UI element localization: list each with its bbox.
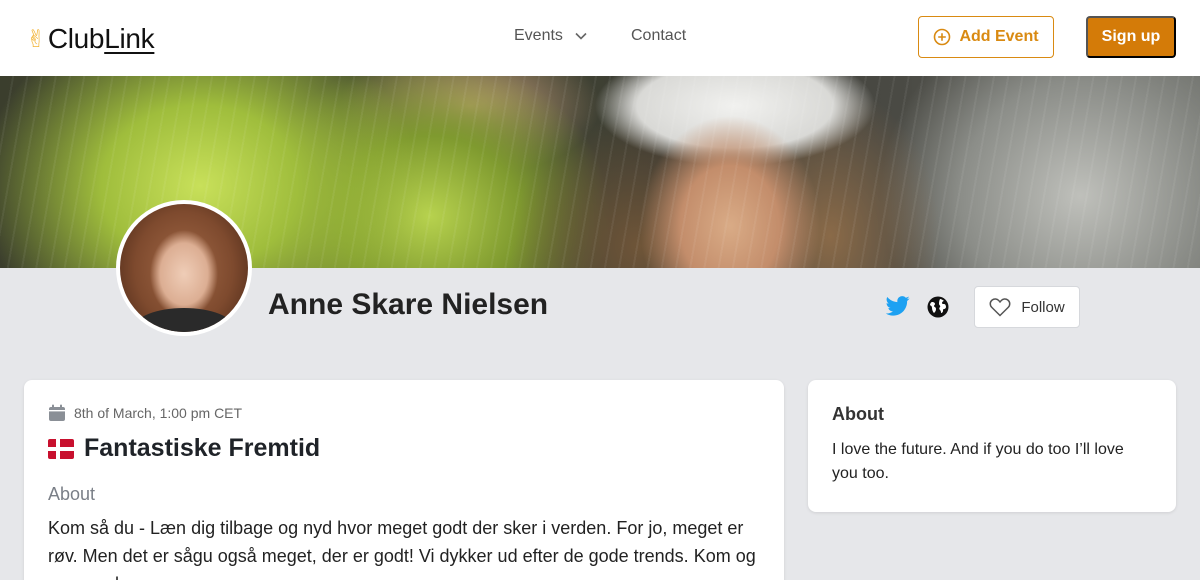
clublink-logo[interactable]: ✌ Club Link — [26, 22, 155, 56]
plus-circle-icon — [934, 28, 951, 46]
event-date-text: 8th of March, 1:00 pm CET — [74, 405, 243, 421]
follow-button[interactable]: Follow — [974, 286, 1080, 328]
about-card: About I love the future. And if you do t… — [808, 380, 1176, 512]
about-heading: About — [832, 404, 884, 424]
avatar-photo — [120, 204, 248, 332]
event-title-text: Fantastiske Fremtid — [84, 434, 321, 462]
profile-name: Anne Skare Nielsen — [268, 288, 549, 321]
logo-text-club: Club — [47, 23, 105, 54]
calendar-icon — [49, 404, 65, 421]
follow-label: Follow — [1021, 298, 1065, 316]
event-card[interactable]: 8th of March, 1:00 pm CET Fantastiske Fr… — [24, 380, 784, 580]
denmark-flag-icon — [48, 438, 74, 459]
profile-avatar — [116, 200, 252, 336]
avatar-shirt-shape — [134, 308, 234, 332]
top-navbar: ✌ Club Link Events Contact Add Event Sign… — [0, 0, 1200, 76]
event-date: 8th of March, 1:00 pm CET — [48, 404, 242, 422]
sign-up-button[interactable]: Sign up — [1086, 16, 1176, 58]
victory-hand-icon: ✌ — [26, 25, 46, 53]
heart-icon — [989, 298, 1011, 317]
event-about-label: About — [48, 484, 96, 504]
add-event-label: Add Event — [959, 28, 1039, 45]
globe-icon[interactable] — [927, 296, 949, 323]
twitter-icon[interactable] — [885, 296, 910, 321]
nav-events-dropdown[interactable]: Events — [514, 27, 587, 45]
logo-text-link: Link — [104, 23, 155, 54]
chevron-down-icon — [575, 27, 587, 45]
nav-events-label: Events — [514, 27, 563, 44]
nav-contact-link[interactable]: Contact — [631, 27, 686, 45]
event-title[interactable]: Fantastiske Fremtid — [48, 434, 320, 463]
add-event-button[interactable]: Add Event — [918, 16, 1054, 58]
about-text: I love the future. And if you do too I’l… — [832, 441, 1124, 482]
event-description: Kom så du - Læn dig tilbage og nyd hvor … — [48, 518, 756, 580]
